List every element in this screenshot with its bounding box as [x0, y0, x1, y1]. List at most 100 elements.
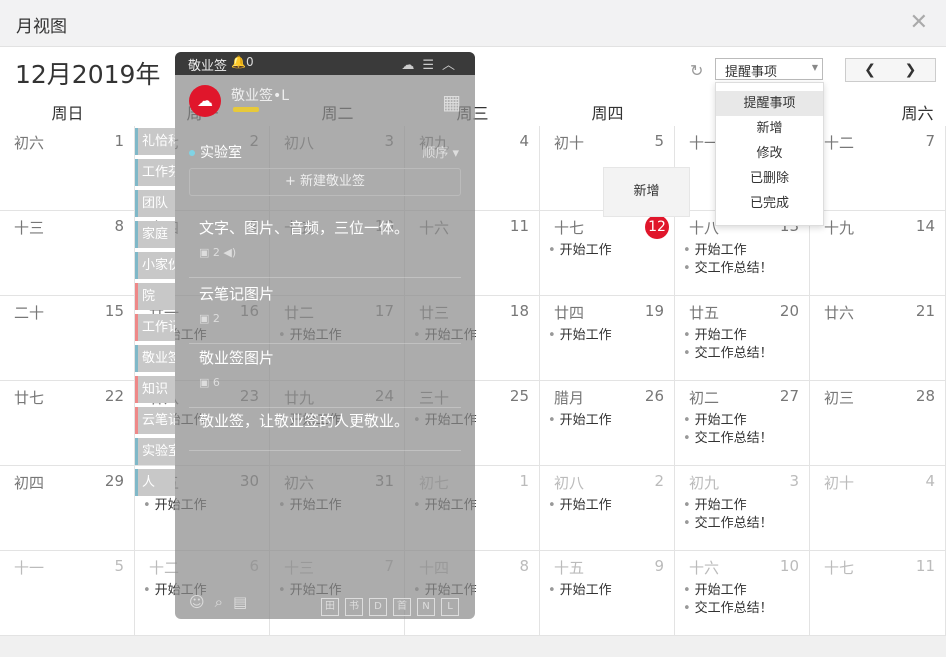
level-badge [233, 107, 259, 112]
day-cell[interactable]: 初九 3 开始工作交工作总结！ [675, 466, 810, 551]
notes-icon[interactable]: ▤ [233, 593, 257, 611]
footer-icon[interactable]: 书 [345, 598, 363, 616]
day-number: 1 [114, 132, 124, 150]
day-number: 10 [779, 557, 799, 575]
event-item[interactable]: 开始工作 [548, 582, 612, 600]
event-item[interactable]: 交工作总结！ [683, 515, 773, 533]
event-list: 开始工作交工作总结！ [683, 497, 773, 533]
event-item[interactable]: 开始工作 [548, 497, 612, 515]
day-cell[interactable]: 初四 29 [0, 466, 135, 551]
day-cell[interactable]: 廿七 22 [0, 381, 135, 466]
event-item[interactable]: 开始工作 [683, 412, 773, 430]
category-tab[interactable]: 知识 [135, 376, 175, 403]
new-note-button[interactable]: + 新建敬业签 [189, 168, 461, 196]
lunar-date: 初四 [14, 474, 45, 492]
note-item[interactable]: 敬业签，让敬业签的人更敬业。 [189, 410, 461, 451]
day-cell[interactable]: 初八 2 开始工作 [540, 466, 675, 551]
dropdown-option[interactable]: 修改 [716, 141, 823, 166]
bell-icon[interactable]: 🔔0 [231, 55, 254, 69]
footer-icon[interactable]: L [441, 598, 459, 616]
lunar-date: 初二 [689, 389, 720, 407]
note-meta: ▣ 6 [199, 376, 220, 389]
cloud-icon[interactable]: ☁ [401, 58, 422, 73]
category-tab[interactable]: 云笔记 [135, 407, 175, 434]
day-cell[interactable]: 十七 12 开始工作 [540, 211, 675, 296]
chevron-down-icon: ▼ [811, 63, 818, 72]
day-cell[interactable]: 腊月 26 开始工作 [540, 381, 675, 466]
day-cell[interactable]: 十三 8 [0, 211, 135, 296]
dropdown-option[interactable]: 提醒事项 [716, 91, 823, 116]
event-item[interactable]: 交工作总结！ [683, 430, 773, 448]
category-tab[interactable]: 工作芬 [135, 159, 175, 186]
event-item[interactable]: 开始工作 [683, 327, 773, 345]
event-item[interactable]: 交工作总结！ [683, 600, 773, 618]
lunar-date: 初十 [554, 134, 585, 152]
dropdown-option[interactable]: 已完成 [716, 191, 823, 216]
category-tab[interactable]: 院 [135, 283, 175, 310]
add-popup-label: 新增 [633, 184, 660, 199]
search-icon[interactable]: ⌕ [215, 593, 233, 611]
event-item[interactable]: 交工作总结！ [683, 345, 773, 363]
lunar-date: 初九 [689, 474, 720, 492]
event-item[interactable]: 开始工作 [683, 497, 773, 515]
day-number: 7 [925, 132, 935, 150]
dropdown-option[interactable]: 新增 [716, 116, 823, 141]
category-tab[interactable]: 家庭 [135, 221, 175, 248]
category-tab[interactable]: 人 [135, 469, 175, 496]
refresh-icon[interactable]: ↻ [690, 61, 703, 80]
lunar-date: 初八 [554, 474, 585, 492]
day-cell[interactable]: 廿六 21 [810, 296, 946, 381]
event-list: 开始工作 [548, 497, 612, 515]
day-cell[interactable]: 初二 27 开始工作交工作总结！ [675, 381, 810, 466]
note-text: 敬业签，让敬业签的人更敬业。 [199, 412, 410, 430]
note-item[interactable]: 云笔记图片 ▣ 2 [189, 283, 461, 344]
category-tab[interactable]: 礼恰科 [135, 128, 175, 155]
day-cell[interactable]: 十一 5 [0, 551, 135, 636]
note-item[interactable]: 敬业签图片 ▣ 6 [189, 347, 461, 408]
sort-select[interactable]: 顺序 ▾ [422, 142, 459, 161]
day-cell[interactable]: 初三 28 [810, 381, 946, 466]
day-cell[interactable]: 十五 9 开始工作 [540, 551, 675, 636]
footer-icon[interactable]: 首 [393, 598, 411, 616]
collapse-icon[interactable]: ︿ [442, 58, 463, 73]
lunar-date: 初六 [14, 134, 45, 152]
day-cell[interactable]: 廿五 20 开始工作交工作总结！ [675, 296, 810, 381]
dropdown-option[interactable]: 已删除 [716, 166, 823, 191]
category-tab[interactable]: 实验室 [135, 438, 175, 465]
event-item[interactable]: 开始工作 [548, 327, 612, 345]
lunar-date: 廿六 [824, 304, 855, 322]
event-item[interactable]: 开始工作 [683, 582, 773, 600]
day-cell[interactable]: 十二 7 [810, 126, 946, 211]
people-icon[interactable]: ☺ [189, 593, 215, 611]
menu-icon[interactable]: ☰ [422, 58, 442, 73]
footer-icon[interactable]: 田 [321, 598, 339, 616]
note-item[interactable]: 文字、图片、音频，三位一体。 ▣ 2 ◀) [189, 217, 461, 278]
day-cell[interactable]: 廿四 19 开始工作 [540, 296, 675, 381]
footer-icon[interactable]: D [369, 598, 387, 616]
day-cell[interactable]: 初十 4 [810, 466, 946, 551]
lunar-date: 廿七 [14, 389, 45, 407]
reminder-filter-select[interactable]: 提醒事项 ▼ [715, 58, 823, 80]
category-tab[interactable]: 敬业签 [135, 345, 175, 372]
day-number: 26 [644, 387, 664, 405]
event-item[interactable]: 交工作总结！ [683, 260, 773, 278]
close-icon[interactable]: ✕ [910, 10, 928, 35]
day-cell[interactable]: 初六 1 [0, 126, 135, 211]
day-cell[interactable]: 十九 14 [810, 211, 946, 296]
event-item[interactable]: 开始工作 [548, 242, 612, 260]
category-tab[interactable]: 小家伙 [135, 252, 175, 279]
day-cell[interactable]: 二十 15 [0, 296, 135, 381]
category-tab[interactable]: 团队 [135, 190, 175, 217]
event-item[interactable]: 开始工作 [548, 412, 612, 430]
add-popup[interactable]: 新增 [603, 167, 690, 217]
avatar[interactable]: ☁ [189, 85, 221, 117]
day-number: 11 [509, 217, 529, 235]
category-tab[interactable]: 工作记 [135, 314, 175, 341]
event-item[interactable]: 开始工作 [683, 242, 773, 260]
day-cell[interactable]: 十六 10 开始工作交工作总结！ [675, 551, 810, 636]
status-bar [0, 636, 946, 657]
footer-icon[interactable]: N [417, 598, 435, 616]
calendar-icon[interactable]: ▦ [442, 90, 461, 114]
next-month-button[interactable]: ❯ [886, 58, 936, 82]
day-cell[interactable]: 十七 11 [810, 551, 946, 636]
